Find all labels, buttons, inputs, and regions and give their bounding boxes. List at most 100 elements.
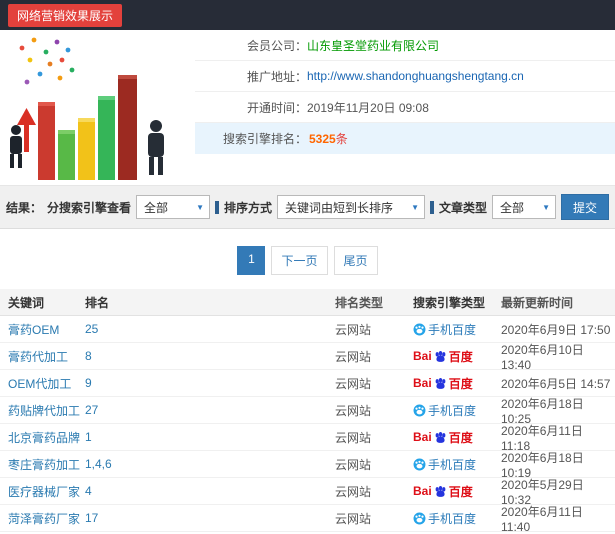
rank-link[interactable]: 8	[85, 349, 92, 363]
keyword-link[interactable]: 膏药代加工	[8, 350, 68, 364]
chevron-down-icon: ▼	[411, 202, 419, 212]
growth-chart-graphic	[10, 37, 164, 180]
chevron-down-icon: ▼	[196, 202, 205, 212]
engine-rank-label: 搜索引擎排名：	[222, 132, 307, 146]
updated-time: 2020年6月10日 13:40	[501, 342, 584, 372]
table-row: 北京膏药品牌 1 云网站 Bai 百度 2020年6月11日 11:18	[0, 424, 615, 453]
rank-link[interactable]: 25	[85, 322, 98, 336]
mobile-baidu-icon	[413, 512, 426, 525]
header-engine: 搜索引擎类型	[413, 295, 486, 310]
header-rank: 排名	[85, 295, 110, 310]
promo-url-row: 推广地址： http://www.shandonghuangshengtang.…	[195, 61, 615, 92]
keyword-link[interactable]: 膏药OEM	[8, 323, 59, 337]
next-page-button[interactable]: 下一页	[271, 246, 328, 275]
baidu-paw-icon	[434, 350, 447, 363]
header-rank-type: 排名类型	[335, 295, 384, 310]
chevron-down-icon: ▼	[542, 202, 550, 212]
engine-filter-label: 分搜索引擎查看	[47, 200, 132, 215]
keyword-link[interactable]: 菏泽膏药厂家	[8, 512, 80, 526]
page-number-current[interactable]: 1	[237, 246, 266, 275]
keyword-link[interactable]: OEM代加工	[8, 377, 71, 391]
table-row: 枣庄膏药加工 1,4,6 云网站 手机百度 2020年6月18日 10:19	[0, 451, 615, 480]
engine-label: 手机百度	[428, 511, 477, 526]
page-title: 网络营销效果展示	[8, 3, 123, 27]
engine-label: 手机百度	[428, 457, 477, 472]
keyword-link[interactable]: 枣庄膏药加工	[8, 458, 80, 472]
updated-time: 2020年6月5日 14:57	[501, 376, 611, 391]
member-info-panel: 会员公司： 山东皇圣堂药业有限公司 推广地址： http://www.shand…	[195, 30, 615, 185]
article-type-select[interactable]: 全部 ▼	[492, 195, 556, 219]
engine-cell: Bai 百度	[413, 429, 501, 446]
baidu-paw-icon	[434, 377, 447, 390]
updated-time: 2020年6月9日 17:50	[501, 322, 611, 337]
updated-time: 2020年6月11日 11:40	[501, 504, 583, 534]
mobile-baidu-icon	[413, 404, 426, 417]
engine-label: 百度	[448, 376, 473, 391]
rank-type: 云网站	[335, 376, 372, 391]
engine-cell: 手机百度	[413, 321, 501, 338]
rank-type: 云网站	[335, 403, 372, 418]
section-marker-icon	[430, 200, 434, 214]
mobile-baidu-icon	[413, 323, 426, 336]
keyword-link[interactable]: 北京膏药品牌	[8, 431, 80, 445]
table-row: 医疗器械厂家 4 云网站 Bai 百度 2020年5月29日 10:32	[0, 478, 615, 507]
table-row: 药贴牌代加工 27 云网站 手机百度 2020年6月18日 10:25	[0, 397, 615, 426]
section-marker-icon	[215, 200, 220, 214]
header-keyword: 关键词	[8, 295, 45, 310]
engine-cell: Bai 百度	[413, 375, 501, 392]
engine-label: 手机百度	[428, 403, 477, 418]
company-label: 会员公司：	[246, 38, 307, 53]
rank-link[interactable]: 1,4,6	[85, 457, 112, 471]
last-page-button[interactable]: 尾页	[333, 246, 378, 275]
table-row: 膏药OEM 25 云网站 手机百度 2020年6月9日 17:50	[0, 316, 615, 343]
engine-cell: 手机百度	[413, 510, 501, 527]
result-label: 结果：	[6, 200, 43, 215]
engine-rank-count: 5325	[309, 131, 336, 146]
opened-time-label: 开通时间：	[246, 100, 307, 115]
rank-type: 云网站	[335, 511, 372, 526]
keyword-link[interactable]: 药贴牌代加工	[8, 404, 80, 418]
rank-link[interactable]: 4	[85, 484, 92, 498]
top-bar: 网络营销效果展示	[0, 0, 615, 30]
engine-label: 百度	[448, 484, 473, 499]
baidu-logo-text: Bai	[413, 349, 432, 363]
keyword-link[interactable]: 医疗器械厂家	[8, 485, 80, 499]
rank-type: 云网站	[335, 322, 372, 337]
engine-cell: 手机百度	[413, 402, 501, 419]
rank-link[interactable]: 27	[85, 403, 98, 417]
engine-rank-row: 搜索引擎排名： 5325 条	[195, 123, 615, 154]
sort-filter-select[interactable]: 关键词由短到长排序 ▼	[277, 195, 425, 219]
rank-link[interactable]: 1	[85, 430, 92, 444]
company-name: 山东皇圣堂药业有限公司	[307, 38, 440, 53]
engine-cell: Bai 百度	[413, 483, 501, 500]
engine-label: 手机百度	[428, 322, 477, 337]
table-header-row: 关键词 排名 排名类型 搜索引擎类型 最新更新时间	[0, 289, 615, 316]
sort-filter-label: 排序方式	[224, 200, 273, 215]
company-row: 会员公司： 山东皇圣堂药业有限公司	[195, 30, 615, 61]
opened-time-row: 开通时间： 2019年11月20日 09:08	[195, 92, 615, 123]
submit-button[interactable]: 提交	[560, 194, 609, 220]
baidu-paw-icon	[434, 431, 447, 444]
baidu-paw-icon	[434, 485, 447, 498]
engine-label: 百度	[448, 349, 473, 364]
chart-illustration	[0, 30, 195, 185]
engine-cell: 手机百度	[413, 456, 501, 473]
filter-bar: 结果： 分搜索引擎查看 全部 ▼ 排序方式 关键词由短到长排序 ▼ 文章类型 全…	[0, 186, 615, 229]
engine-filter-select[interactable]: 全部 ▼	[136, 195, 211, 219]
baidu-logo-text: Bai	[413, 484, 432, 498]
rank-type: 云网站	[335, 430, 372, 445]
promo-url-link[interactable]: http://www.shandonghuangshengtang.cn	[307, 69, 524, 83]
mobile-baidu-icon	[413, 458, 426, 471]
header-updated: 最新更新时间	[501, 295, 574, 310]
results-table: 关键词 排名 排名类型 搜索引擎类型 最新更新时间 膏药OEM 25 云网站 手…	[0, 289, 615, 534]
engine-filter-value: 全部	[144, 200, 169, 215]
baidu-logo-text: Bai	[413, 376, 432, 390]
rank-type: 云网站	[335, 349, 372, 364]
rank-type: 云网站	[335, 484, 372, 499]
baidu-logo-text: Bai	[413, 430, 432, 444]
rank-link[interactable]: 9	[85, 376, 92, 390]
rank-type: 云网站	[335, 457, 372, 472]
sort-filter-value: 关键词由短到长排序	[285, 200, 394, 215]
table-row: OEM代加工 9 云网站 Bai 百度 2020年6月5日 14:57	[0, 370, 615, 397]
rank-link[interactable]: 17	[85, 511, 98, 525]
